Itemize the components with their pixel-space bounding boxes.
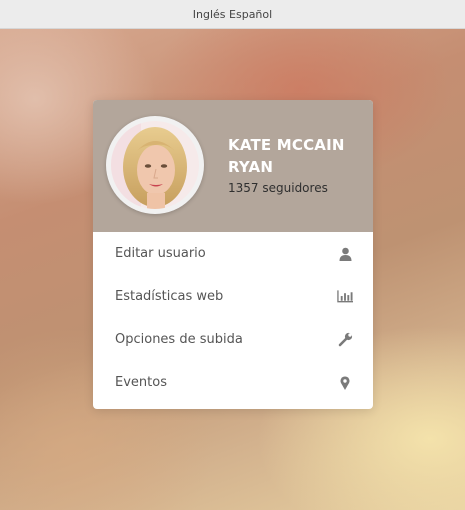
avatar[interactable] — [106, 116, 204, 214]
bar-chart-icon — [337, 289, 353, 305]
menu-item-web-stats[interactable]: Estadísticas web — [93, 275, 373, 318]
followers-label: seguidores — [262, 181, 328, 195]
profile-menu: Editar usuario Estadísticas web Opciones… — [93, 232, 373, 404]
menu-item-events[interactable]: Eventos — [93, 361, 373, 404]
menu-item-label: Eventos — [115, 375, 167, 390]
followers-text: 1357 seguidores — [228, 181, 328, 195]
followers-count: 1357 — [228, 181, 259, 195]
map-marker-icon — [337, 375, 353, 391]
avatar-photo — [111, 121, 199, 209]
menu-item-label: Editar usuario — [115, 246, 206, 261]
profile-header: KATE MCCAIN RYAN 1357 seguidores — [93, 100, 373, 232]
window-title: Inglés Español — [192, 7, 273, 21]
menu-item-label: Opciones de subida — [115, 332, 243, 347]
user-icon — [337, 246, 353, 262]
menu-item-edit-user[interactable]: Editar usuario — [93, 232, 373, 275]
profile-card: KATE MCCAIN RYAN 1357 seguidores Editar … — [93, 100, 373, 409]
window-title-bar: Inglés Español — [0, 0, 465, 29]
profile-name: KATE MCCAIN RYAN — [228, 136, 345, 176]
menu-item-upload-options[interactable]: Opciones de subida — [93, 318, 373, 361]
wrench-icon — [337, 332, 353, 348]
menu-item-label: Estadísticas web — [115, 289, 224, 304]
